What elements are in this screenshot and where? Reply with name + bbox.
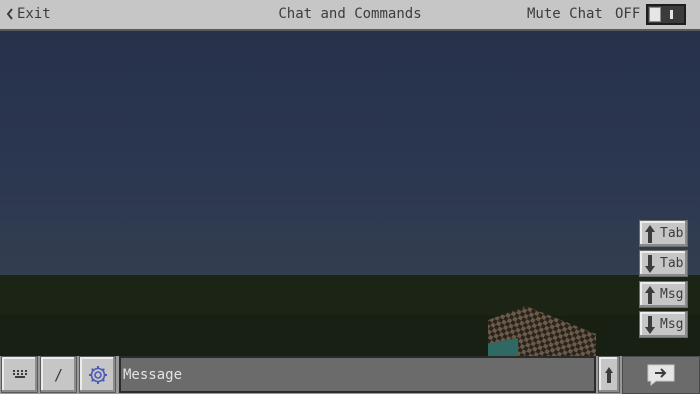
slash-command-button[interactable]: / <box>40 356 77 393</box>
message-history-button[interactable] <box>598 356 620 393</box>
arrow-down-icon <box>645 254 655 273</box>
msg-down-button[interactable]: Msg <box>639 311 688 338</box>
keyboard-icon <box>12 370 27 378</box>
tab-up-label: Tab <box>660 226 684 241</box>
msg-up-label: Msg <box>660 287 684 302</box>
checkered-block <box>488 306 596 356</box>
keyboard-button[interactable] <box>1 356 38 393</box>
slash-label: / <box>53 365 64 384</box>
tab-down-button[interactable]: Tab <box>639 250 688 277</box>
tab-up-button[interactable]: Tab <box>639 220 688 247</box>
message-input[interactable] <box>119 356 596 393</box>
settings-button[interactable] <box>79 356 116 393</box>
send-icon <box>647 364 675 387</box>
mute-chat-state: OFF <box>615 6 641 22</box>
tab-down-label: Tab <box>660 256 684 271</box>
mute-chat-toggle[interactable] <box>646 4 686 25</box>
arrow-up-icon <box>645 224 655 243</box>
msg-down-label: Msg <box>660 317 684 332</box>
chat-input-bar: / <box>0 356 700 394</box>
send-button[interactable] <box>622 356 700 394</box>
msg-up-button[interactable]: Msg <box>639 281 688 308</box>
toggle-indicator <box>670 10 673 19</box>
arrow-down-icon <box>645 315 655 334</box>
top-bar: Exit Chat and Commands Mute Chat OFF <box>0 0 700 31</box>
toggle-knob <box>649 7 661 22</box>
mute-chat-label: Mute Chat <box>527 6 603 22</box>
arrow-up-icon <box>645 285 655 304</box>
arrow-up-icon <box>605 366 613 383</box>
game-world-view <box>0 31 700 356</box>
gear-icon <box>88 365 107 384</box>
